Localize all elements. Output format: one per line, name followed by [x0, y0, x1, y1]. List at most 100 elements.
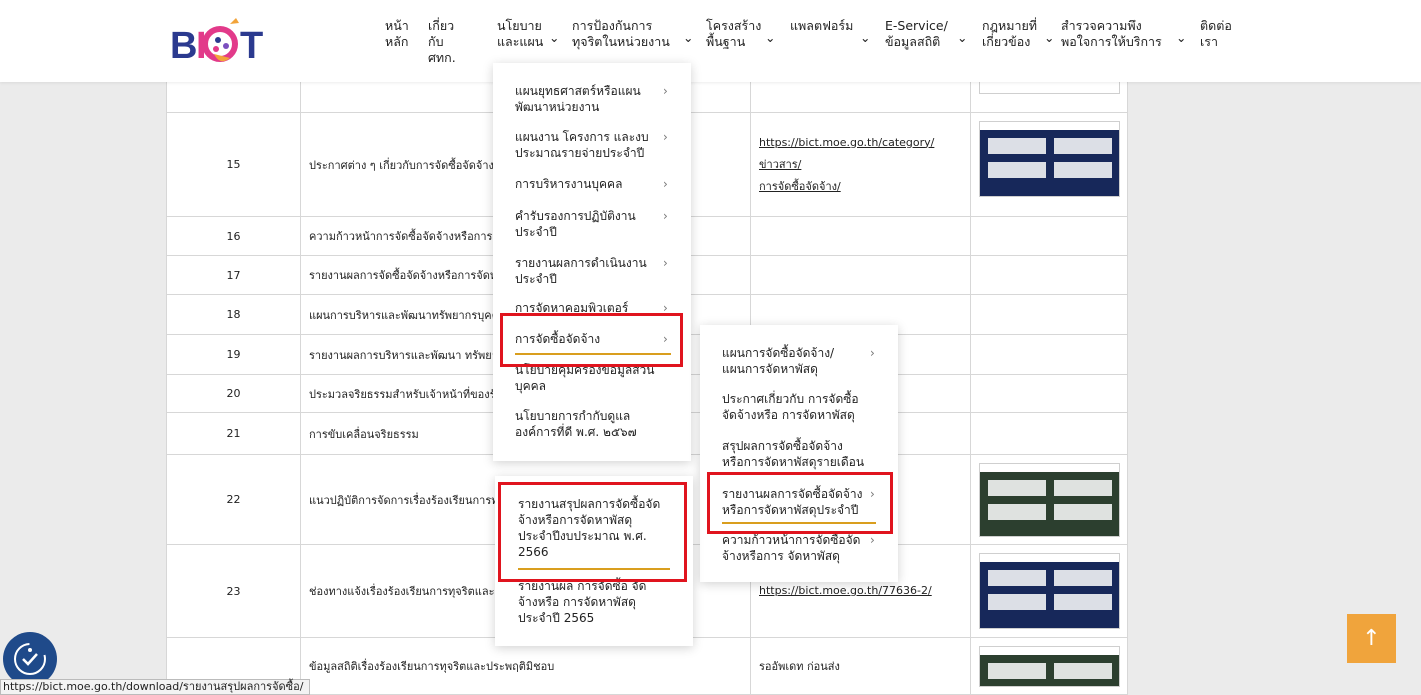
back-to-top-button[interactable]: ↑	[1347, 614, 1396, 663]
highlight-report-2566	[498, 482, 687, 582]
row-image-cell	[971, 455, 1127, 544]
nav-item-2[interactable]: นโยบาย และแผน	[497, 18, 543, 50]
chevron-right-icon: ›	[870, 346, 875, 360]
row-number: 15	[167, 113, 301, 216]
accessibility-icon	[14, 643, 46, 675]
menu2-item-1[interactable]: ประกาศเกี่ยวกับ การจัดซื้อ จัดจ้างหรือ ก…	[722, 391, 859, 423]
row-number: 17	[167, 256, 301, 294]
chevron-down-icon[interactable]: ⌄	[549, 30, 559, 46]
policy-plan-dropdown: แผนยุทธศาสตร์หรือแผน พัฒนาหน่วยงาน › แผนงา…	[493, 63, 691, 461]
row-number: 16	[167, 217, 301, 255]
row-number: 20	[167, 375, 301, 412]
menu-item-label: คำรับรองการปฏิบัติงาน ประจำปี	[515, 209, 636, 239]
nav-label: หน้า หลัก	[385, 18, 409, 49]
chevron-down-icon[interactable]: ⌄	[1044, 30, 1054, 46]
row-number: 19	[167, 335, 301, 374]
row-number: 22	[167, 455, 301, 544]
row-image-cell	[971, 295, 1127, 334]
menu1-item-0[interactable]: แผนยุทธศาสตร์หรือแผน พัฒนาหน่วยงาน	[515, 83, 641, 115]
menu-item-label: นโยบายคุ้มครองข้อมูลส่วน บุคคล	[515, 363, 655, 393]
menu2-item-2[interactable]: สรุปผลการจัดซื้อจัดจ้าง หรือการจัดหาพัสด…	[722, 438, 864, 470]
nav-item-8[interactable]: สำรวจความพึง พอใจการให้บริการ	[1061, 18, 1162, 50]
chevron-down-icon[interactable]: ⌄	[683, 30, 693, 46]
row-link: รออัพเดท ก่อนส่ง	[759, 660, 840, 673]
row-link[interactable]: https://bict.moe.go.th/77636-2/	[759, 580, 970, 602]
chevron-right-icon: ›	[870, 533, 875, 547]
chevron-down-icon[interactable]: ⌄	[765, 30, 775, 46]
menu1-item-8[interactable]: นโยบายการกำกับดูแล องค์การที่ดี พ.ศ. ๒๕๖…	[515, 408, 637, 440]
row-title: ข้อมูลสถิติเรื่องร้องเรียนการทุจริตและปร…	[301, 638, 751, 694]
row-image-cell	[971, 256, 1127, 294]
menu-item-label: แผนยุทธศาสตร์หรือแผน พัฒนาหน่วยงาน	[515, 84, 641, 114]
nav-label: นโยบาย และแผน	[497, 18, 544, 49]
row-image-cell	[971, 217, 1127, 255]
row-link-cell	[751, 217, 971, 255]
chevron-right-icon: ›	[663, 130, 668, 144]
menu-item-label: นโยบายการกำกับดูแล องค์การที่ดี พ.ศ. ๒๕๖…	[515, 409, 637, 439]
link-status-bar: https://bict.moe.go.th/download/รายงานสร…	[0, 679, 311, 695]
screenshot-thumbnail[interactable]	[979, 121, 1120, 197]
chevron-right-icon: ›	[663, 177, 668, 191]
row-link-cell	[751, 256, 971, 294]
highlight-procurement	[500, 313, 683, 367]
svg-text:T: T	[240, 25, 263, 67]
menu-item-label: แผนงาน โครงการ และงบ ประมาณรายจ่ายประจำป…	[515, 130, 649, 160]
menu1-item-2[interactable]: การบริหารงานบุคคล	[515, 176, 622, 192]
row-image-cell	[971, 375, 1127, 412]
nav-item-4[interactable]: โครงสร้าง พื้นฐาน	[706, 18, 761, 50]
chevron-right-icon: ›	[663, 84, 668, 98]
menu1-item-3[interactable]: คำรับรองการปฏิบัติงาน ประจำปี	[515, 208, 636, 240]
chevron-down-icon[interactable]: ⌄	[957, 30, 967, 46]
arrow-up-icon: ↑	[1362, 626, 1381, 651]
menu-item-label: ความก้าวหน้าการจัดซื้อจัด จ้างหรือการ จั…	[722, 533, 861, 563]
nav-item-1[interactable]: เกี่ยว กับ ศทก.	[428, 18, 456, 66]
chevron-down-icon[interactable]: ⌄	[1176, 30, 1186, 46]
row-image-cell	[971, 545, 1127, 637]
menu-item-label: รายงานผลการดำเนินงาน ประจำปี	[515, 256, 647, 286]
chevron-down-icon[interactable]: ⌄	[860, 30, 870, 46]
nav-item-9[interactable]: ติดต่อ เรา	[1200, 18, 1232, 50]
screenshot-thumbnail[interactable]	[979, 646, 1120, 687]
menu3-item-1[interactable]: รายงานผล การจัดซื้อ จัด จ้างหรือ การจัดห…	[518, 578, 646, 626]
nav-label: เกี่ยว กับ ศทก.	[428, 18, 456, 65]
menu1-item-4[interactable]: รายงานผลการดำเนินงาน ประจำปี	[515, 255, 647, 287]
menu-item-label: รายงานผล การจัดซื้อ จัด จ้างหรือ การจัดห…	[518, 579, 647, 625]
nav-item-7[interactable]: กฎหมายที่ เกี่ยวข้อง	[982, 18, 1037, 50]
row-image-cell	[971, 638, 1127, 694]
nav-item-5[interactable]: แพลตฟอร์ม	[790, 18, 853, 34]
nav-label: การป้องกันการ ทุจริตในหน่วยงาน	[572, 18, 670, 49]
nav-item-3[interactable]: การป้องกันการ ทุจริตในหน่วยงาน	[572, 18, 670, 50]
row-image-cell	[971, 413, 1127, 454]
menu2-item-0[interactable]: แผนการจัดซื้อจัดจ้าง/ แผนการจัดหาพัสดุ	[722, 345, 834, 377]
menu2-item-4[interactable]: ความก้าวหน้าการจัดซื้อจัด จ้างหรือการ จั…	[722, 532, 860, 564]
nav-item-6[interactable]: E-Service/ ข้อมูลสถิติ	[885, 18, 948, 50]
menu-item-label: สรุปผลการจัดซื้อจัดจ้าง หรือการจัดหาพัสด…	[722, 439, 865, 469]
row-link-cell: https://bict.moe.go.th/category/ข่าวสาร/…	[751, 113, 971, 216]
row-number: 18	[167, 295, 301, 334]
menu-item-label: ประกาศเกี่ยวกับ การจัดซื้อ จัดจ้างหรือ ก…	[722, 392, 859, 422]
svg-text:B: B	[170, 25, 197, 67]
bict-logo[interactable]: B I T	[170, 14, 282, 70]
row-link-cell: รออัพเดท ก่อนส่ง	[751, 638, 971, 694]
row-number: 23	[167, 545, 301, 637]
screenshot-thumbnail[interactable]	[979, 553, 1120, 629]
chevron-right-icon: ›	[663, 209, 668, 223]
site-header: B I T หน้า หลัก เกี่ยว กับ ศทก. นโยบาย และ…	[0, 0, 1421, 82]
nav-label: ติดต่อ เรา	[1200, 18, 1232, 49]
row-link-continued[interactable]: การจัดซื้อจัดจ้าง/	[759, 176, 970, 198]
row-image-cell	[971, 335, 1127, 374]
menu1-item-1[interactable]: แผนงาน โครงการ และงบ ประมาณรายจ่ายประจำป…	[515, 129, 649, 161]
nav-label: กฎหมายที่ เกี่ยวข้อง	[982, 18, 1038, 49]
row-image-cell	[971, 113, 1127, 216]
row-link[interactable]: https://bict.moe.go.th/category/ข่าวสาร/	[759, 132, 970, 176]
accessibility-button[interactable]	[3, 632, 57, 686]
nav-item-0[interactable]: หน้า หลัก	[385, 18, 409, 50]
highlight-annual-report	[707, 472, 893, 534]
nav-label: แพลตฟอร์ม	[790, 18, 854, 33]
row-number: 21	[167, 413, 301, 454]
screenshot-thumbnail[interactable]	[979, 463, 1120, 537]
chevron-right-icon: ›	[663, 256, 668, 270]
nav-label: โครงสร้าง พื้นฐาน	[706, 18, 762, 49]
nav-label: E-Service/ ข้อมูลสถิติ	[885, 18, 948, 49]
menu-item-label: แผนการจัดซื้อจัดจ้าง/ แผนการจัดหาพัสดุ	[722, 346, 835, 376]
